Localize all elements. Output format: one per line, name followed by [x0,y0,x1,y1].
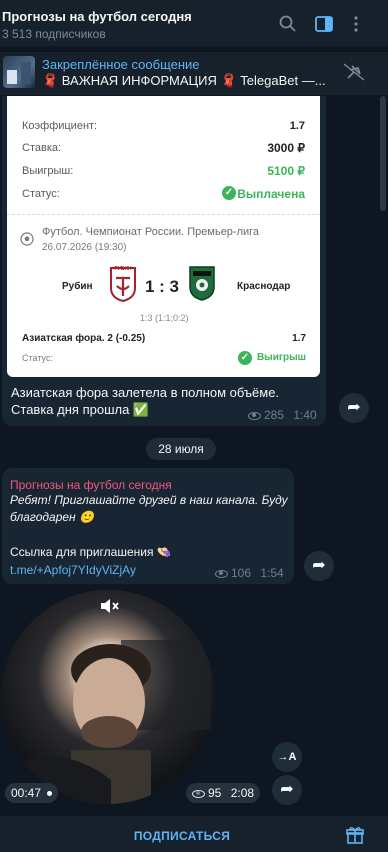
check-icon: ✓ [238,351,252,365]
league-name: Футбол. Чемпионат России. Премьер-лига [42,226,260,238]
sidebar-toggle-icon[interactable] [314,14,334,34]
status-value: Выплачена [237,187,305,201]
pinned-thumbnail [3,56,35,88]
invite-label: Ссылка для приглашения 👒 [10,545,172,559]
market-status-value: Выигрыш [256,352,306,363]
message-meta: 106 1:54 [215,566,284,580]
stake-label: Ставка: [22,142,62,154]
subscribe-button[interactable]: ПОДПИСАТЬСЯ [0,829,364,843]
views-count: 285 [264,408,285,422]
message-time: 1:54 [260,566,284,580]
half-scores: 1:3 (1:1;0:2) [140,313,189,323]
message-meta: 285 1:40 [248,408,317,422]
share-button[interactable]: ➦ [304,551,334,581]
views-count: 95 [208,786,222,800]
stake-value: 3000 ₽ [267,141,305,155]
muted-icon[interactable] [99,598,119,614]
krasnodar-logo-icon [189,266,215,301]
check-icon: ✓ [222,186,236,200]
coefficient-value: 1.7 [289,120,305,132]
away-team-name: Краснодар [237,281,291,292]
unpin-icon[interactable] [342,62,366,82]
channel-title[interactable]: Прогнозы на футбол сегодня [2,9,192,24]
pinned-title: Закреплённое сообщение [42,57,200,72]
match-score: 1 : 3 [145,277,180,296]
video-meta: 95 2:08 [186,783,261,803]
video-message[interactable] [1,590,215,804]
message-time: 2:08 [230,786,255,800]
views-icon [215,569,228,578]
status-label: Статус: [22,188,60,200]
home-team-name: Рубин [62,281,93,292]
unplayed-dot-icon [47,791,53,797]
market-status-label: Статус: [22,353,53,363]
coefficient-label: Коэффициент: [22,120,98,132]
card-divider [7,214,320,215]
scrollbar-thumb[interactable] [380,96,386,211]
rubin-logo-text: РУБИН [114,266,132,272]
message-time: 1:40 [293,408,317,422]
more-menu-icon[interactable] [346,14,366,34]
search-icon[interactable] [278,14,298,34]
views-icon [192,789,205,798]
gift-icon[interactable] [346,826,364,844]
views-icon [248,411,261,420]
date-separator: 28 июля [146,438,216,460]
pinned-text: 🧣 ВАЖНАЯ ИНФОРМАЦИЯ 🧣 TelegaBet —... [42,73,326,88]
message-author[interactable]: Прогнозы на футбол сегодня [10,478,172,492]
match-datetime: 26.07.2026 (19:30) [42,242,127,253]
chat-header[interactable]: Прогнозы на футбол сегодня 3 513 подписч… [0,0,388,46]
win-label: Выигрыш: [22,165,74,177]
market-odds: 1.7 [292,333,306,344]
video-duration: 00:47 [5,783,59,803]
message-text: Ребят! Приглашайте друзей в наш канала. … [10,493,288,524]
duration-text: 00:47 [11,786,42,800]
football-icon [20,232,34,246]
views-count: 106 [231,566,252,580]
translate-button[interactable]: →A [272,742,302,772]
share-button[interactable]: ➦ [272,775,302,805]
subscriber-count: 3 513 подписчиков [2,27,106,41]
win-value: 5100 ₽ [267,164,305,178]
invite-link[interactable]: t.me/+Apfoj7YIdyViZjAy [10,563,136,577]
bet-market: Азиатская фора. 2 (-0.25) [22,333,146,344]
share-button[interactable]: ➦ [339,393,369,423]
